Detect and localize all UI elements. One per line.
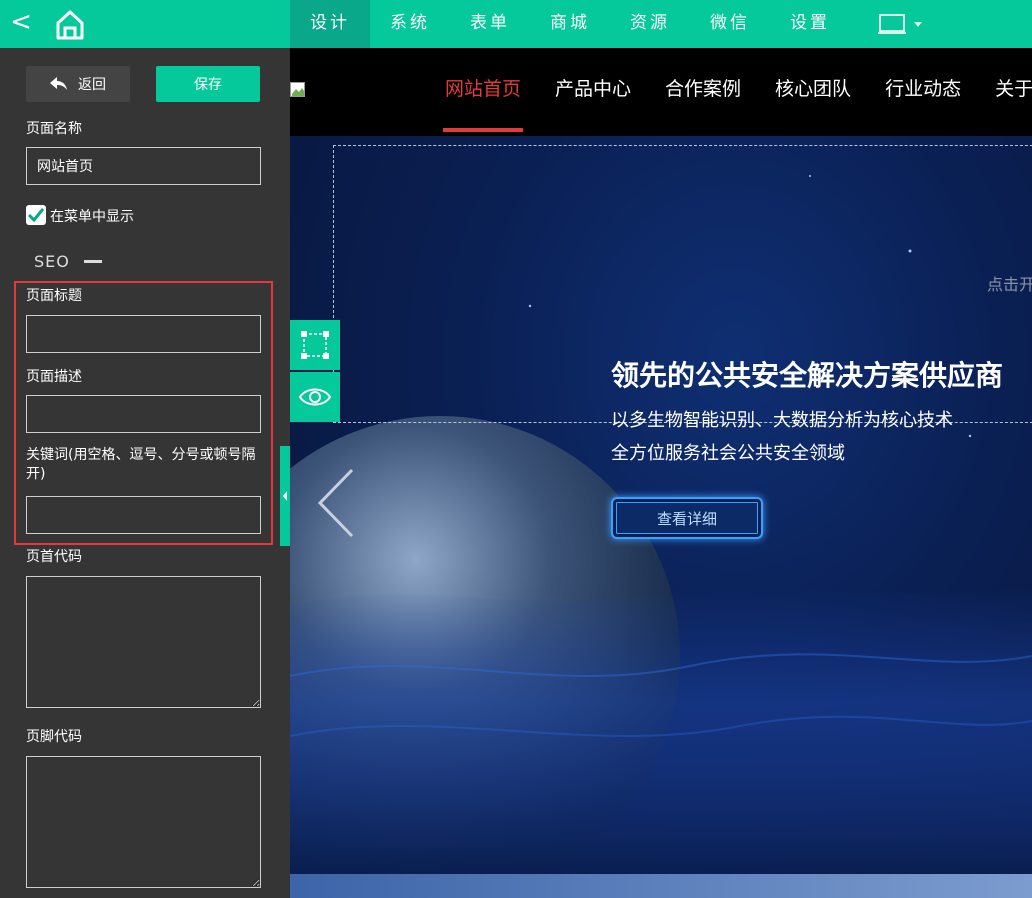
back-arrow-icon[interactable]: < <box>8 8 34 38</box>
nav-mall[interactable]: 商城 <box>530 0 610 48</box>
keywords-label: 关键词(用空格、逗号、分号或顿号隔开) <box>26 447 256 482</box>
caret-left-icon <box>283 491 287 501</box>
hero-banner: 点击开 领先的公共安全解决方案供应商 以多生物智能识别、大数据分析为核心技术 全… <box>290 136 1032 874</box>
banner-title: 领先的公共安全解决方案供应商 <box>611 359 1004 392</box>
click-to-edit-hint: 点击开 <box>987 275 1032 294</box>
footer-code-textarea[interactable] <box>26 756 261 888</box>
site-nav-about[interactable]: 关于 <box>978 48 1032 136</box>
page-desc-label: 页面描述 <box>26 369 82 385</box>
site-nav-team[interactable]: 核心团队 <box>758 48 868 136</box>
view-details-button[interactable]: 查看详细 <box>611 497 763 539</box>
crop-select-icon <box>301 331 329 359</box>
page-title-input[interactable] <box>26 315 261 353</box>
site-nav-news[interactable]: 行业动态 <box>868 48 978 136</box>
seo-collapse-icon[interactable] <box>84 260 102 263</box>
eye-icon <box>298 388 332 406</box>
nav-settings[interactable]: 设置 <box>770 0 850 48</box>
banner-subtitle-2: 全方位服务社会公共安全领域 <box>611 443 845 464</box>
nav-wechat[interactable]: 微信 <box>690 0 770 48</box>
page-name-input[interactable] <box>26 147 261 185</box>
page-name-label: 页面名称 <box>26 121 82 137</box>
header-code-label: 页首代码 <box>26 549 82 565</box>
nav-design[interactable]: 设计 <box>290 0 370 48</box>
header-code-textarea[interactable] <box>26 576 261 708</box>
page-desc-input[interactable] <box>26 395 261 433</box>
seo-section-title: SEO <box>34 252 70 271</box>
banner-subtitle-1: 以多生物智能识别、大数据分析为核心技术 <box>611 410 953 431</box>
main-nav: 设计 系统 表单 商城 资源 微信 设置 <box>290 0 850 48</box>
check-icon <box>27 208 45 223</box>
keywords-input[interactable] <box>26 496 261 534</box>
next-section-strip <box>290 874 1032 898</box>
nav-form[interactable]: 表单 <box>450 0 530 48</box>
page-title-label: 页面标题 <box>26 288 82 304</box>
preview-visibility-button[interactable] <box>290 372 340 422</box>
select-region-button[interactable] <box>290 320 340 370</box>
site-preview: 网站首页 产品中心 合作案例 核心团队 行业动态 关于 点击开 领先的公共安全解… <box>290 48 1032 898</box>
return-button[interactable]: 返回 <box>26 66 130 102</box>
nav-resource[interactable]: 资源 <box>610 0 690 48</box>
return-label: 返回 <box>78 77 106 93</box>
page-settings-panel: 返回 保存 页面名称 在菜单中显示 SEO 页面标题 页面描述 关键词(用空格、… <box>0 48 290 898</box>
nav-system[interactable]: 系统 <box>370 0 450 48</box>
show-in-menu-label: 在菜单中显示 <box>50 209 134 225</box>
top-toolbar: < 设计 系统 表单 商城 资源 微信 设置 <box>0 0 1032 48</box>
site-nav-cases[interactable]: 合作案例 <box>648 48 758 136</box>
broken-image-icon <box>290 82 305 97</box>
device-preview-icon[interactable] <box>878 12 928 38</box>
site-nav: 网站首页 产品中心 合作案例 核心团队 行业动态 关于 <box>428 48 1032 136</box>
show-in-menu-checkbox[interactable] <box>26 205 46 225</box>
reply-arrow-icon <box>50 77 67 90</box>
site-nav-home[interactable]: 网站首页 <box>428 48 538 136</box>
carousel-prev-arrow-icon[interactable] <box>316 468 360 538</box>
site-nav-products[interactable]: 产品中心 <box>538 48 648 136</box>
panel-collapse-handle[interactable] <box>280 446 290 546</box>
footer-code-label: 页脚代码 <box>26 729 82 745</box>
save-button[interactable]: 保存 <box>156 66 260 102</box>
home-icon[interactable] <box>54 8 86 40</box>
